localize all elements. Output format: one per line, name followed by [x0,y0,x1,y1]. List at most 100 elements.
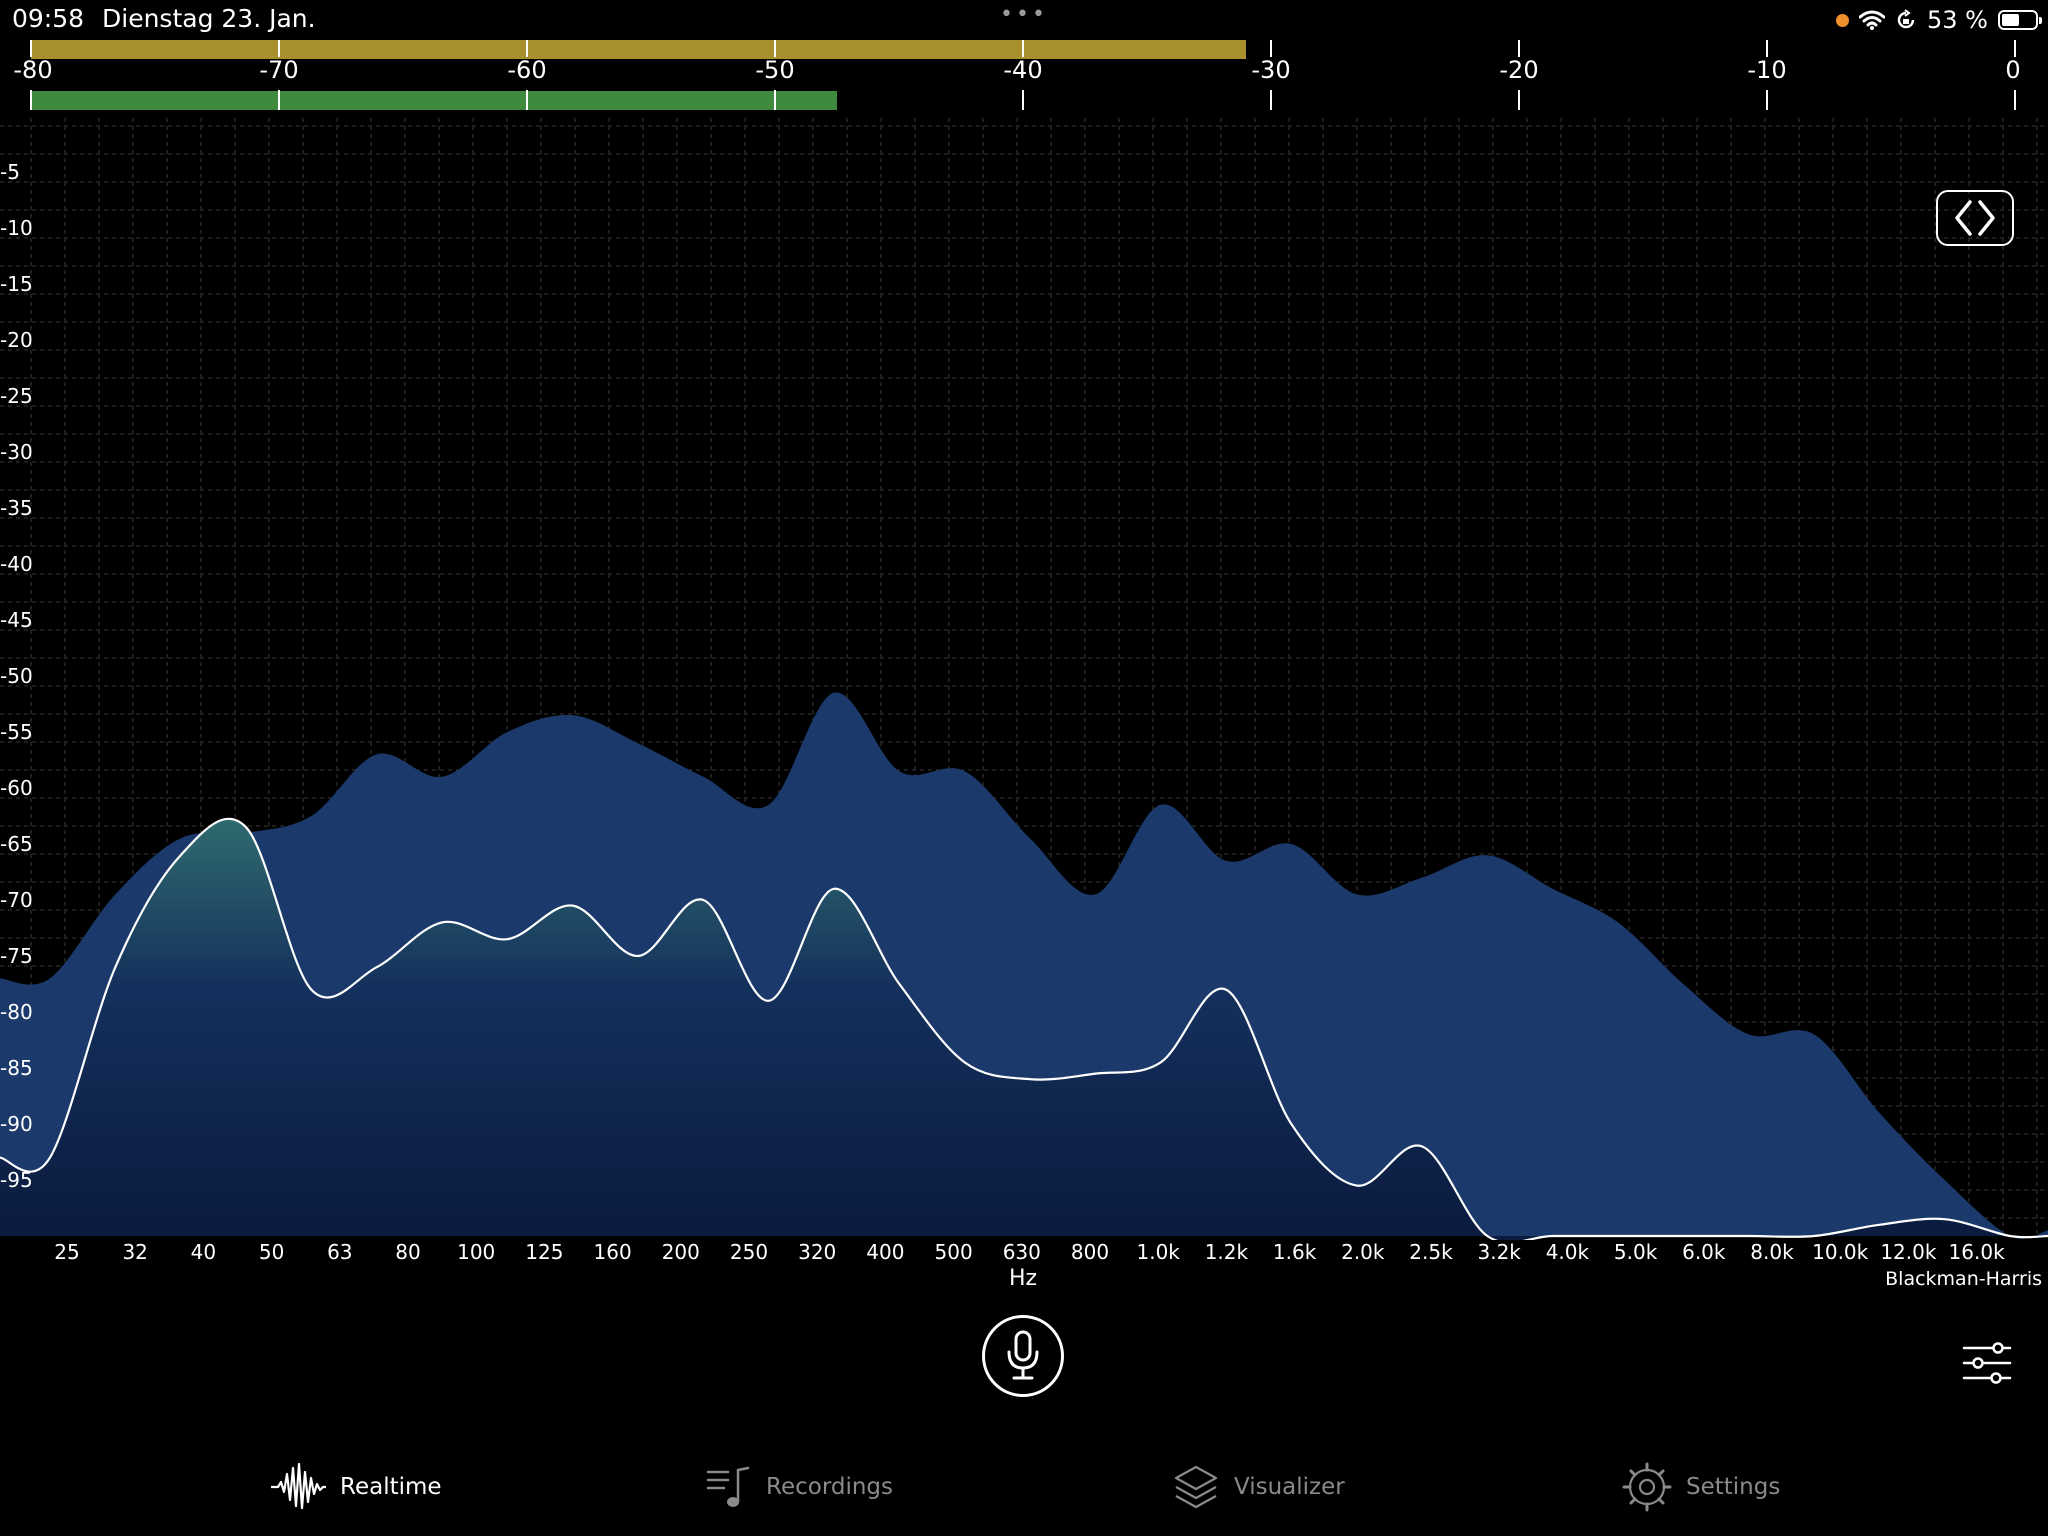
meter-tick [526,40,528,57]
window-function-label[interactable]: Blackman-Harris [1885,1268,2042,1290]
frequency-tick-label: 400 [866,1240,905,1264]
meter-scale-label: -30 [1251,56,1291,84]
db-tick-label: -45 [0,608,33,632]
status-time: 09:58 [12,4,85,33]
orientation-lock-icon [1897,9,1915,29]
spectrum-graph [0,118,2048,1240]
db-tick-label: -20 [0,328,33,352]
frequency-tick-label: 630 [1002,1240,1041,1264]
tab-label: Recordings [766,1474,894,1500]
frequency-tick-label: 800 [1070,1240,1110,1264]
meter-tick [2014,90,2016,110]
frequency-tick-label: 2.0k [1341,1240,1385,1264]
battery-level [2002,14,2019,26]
meter-tick [774,90,776,110]
meter-tick [1518,90,1520,110]
multitasking-dots-icon[interactable]: ••• [1000,2,1048,27]
frequency-tick-label: 5.0k [1613,1240,1658,1264]
frequency-tick-label: 6.0k [1682,1240,1726,1264]
meter-tick [30,90,32,110]
music-list-icon [706,1466,750,1507]
db-tick-label: -50 [0,664,33,688]
db-tick-label: -15 [0,272,33,296]
frequency-tick-label: 25 [54,1240,80,1264]
sliders-icon[interactable] [1962,1342,2012,1384]
rms-level-bar [31,91,837,110]
microphone-icon [1007,1330,1039,1380]
db-tick-label: -30 [0,440,33,464]
frequency-tick-label: 3.2k [1477,1240,1521,1264]
frequency-tick-label: 50 [258,1240,285,1264]
frequency-tick-label: 250 [729,1240,769,1264]
frequency-tick-label: 16.0k [1948,1240,2005,1264]
meter-scale-label: -20 [1499,56,1539,84]
status-date: Dienstag 23. Jan. [102,4,316,33]
layers-icon [1174,1465,1218,1509]
db-tick-label: -5 [0,160,20,184]
frequency-tick-label: 63 [327,1240,353,1264]
meter-tick [1766,40,1768,57]
db-tick-label: -90 [0,1112,33,1136]
record-button[interactable] [982,1315,1064,1397]
frequency-tick-label: 200 [661,1240,700,1264]
waveform-icon [271,1462,326,1510]
meter-scale-label: -10 [1747,56,1787,84]
db-tick-label: -80 [0,1000,33,1024]
db-tick-label: -60 [0,776,33,800]
frequency-tick-label: 100 [457,1240,496,1264]
frequency-tick-label: 125 [525,1240,564,1264]
peak-level-bar [31,40,1247,59]
meter-tick [1270,90,1272,110]
tab-visualizer[interactable]: Visualizer [1172,1460,1345,1514]
frequency-tick-label: 320 [798,1240,837,1264]
db-tick-label: -75 [0,944,33,968]
db-tick-label: -55 [0,720,33,744]
db-tick-label: -40 [0,552,33,576]
tab-realtime[interactable]: Realtime [270,1460,442,1514]
db-tick-label: -70 [0,888,33,912]
meter-tick [1766,90,1768,110]
tab-label: Visualizer [1234,1474,1345,1500]
recording-indicator-icon [1836,13,1850,27]
frequency-tick-label: 32 [122,1240,148,1264]
meter-tick [278,90,280,110]
frequency-tick-label: 1.2k [1204,1240,1249,1264]
frequency-tick-label: 1.0k [1136,1240,1180,1264]
meter-scale-label: -80 [13,56,53,84]
tab-settings[interactable]: Settings [1622,1460,1780,1514]
meter-tick [1022,40,1024,57]
x-axis-unit: Hz [1008,1266,1038,1291]
meter-tick [774,40,776,57]
gear-icon [1622,1462,1672,1512]
code-brackets-icon [1955,200,1995,236]
frequency-tick-label: 8.0k [1750,1240,1794,1264]
meter-tick [2014,40,2016,57]
frequency-tick-label: 1.6k [1272,1240,1317,1264]
frequency-tick-label: 40 [190,1240,217,1264]
tab-label: Realtime [340,1474,442,1500]
meter-scale-label: -60 [507,56,547,84]
meter-tick [526,90,528,110]
meter-tick [1270,40,1272,57]
db-tick-label: -35 [0,496,33,520]
tab-label: Settings [1686,1474,1781,1500]
db-tick-label: -65 [0,832,33,856]
wifi-icon [1859,10,1886,30]
battery-icon [1998,10,2042,30]
meter-tick [278,40,280,57]
meter-scale-label: 0 [2005,56,2021,84]
view-toggle-button[interactable] [1936,190,2014,246]
db-tick-label: -95 [0,1168,33,1192]
frequency-tick-label: 160 [593,1240,632,1264]
frequency-tick-label: 10.0k [1812,1240,1869,1264]
frequency-tick-label: 4.0k [1545,1240,1590,1264]
meter-scale-label: -70 [259,56,299,84]
tab-recordings[interactable]: Recordings [706,1460,893,1514]
db-tick-label: -25 [0,384,33,408]
battery-percentage: 53 % [1927,6,1988,34]
db-tick-label: -10 [0,216,33,240]
meter-scale-label: -50 [755,56,795,84]
meter-scale-label: -40 [1003,56,1043,84]
frequency-tick-label: 80 [395,1240,421,1264]
meter-tick [1022,90,1024,110]
